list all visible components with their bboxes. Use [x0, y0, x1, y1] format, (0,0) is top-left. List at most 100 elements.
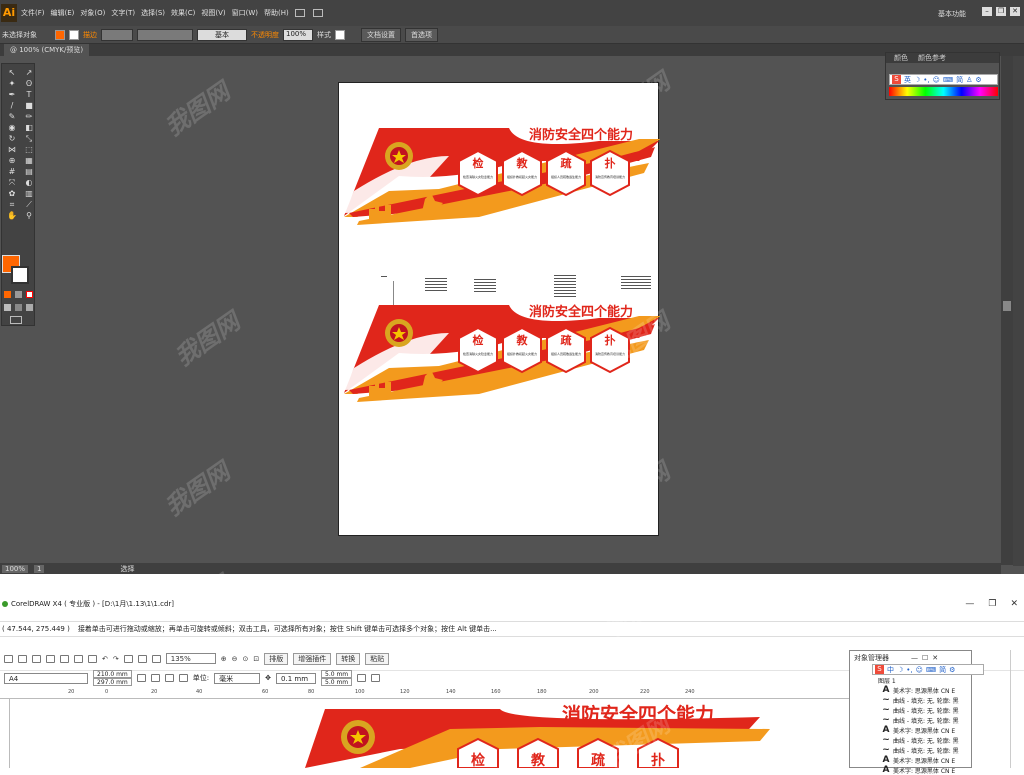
- shirt-icon[interactable]: ♙: [966, 76, 972, 84]
- hand-tool-icon[interactable]: ✋: [5, 211, 19, 220]
- punctuation-icon[interactable]: •,: [906, 666, 912, 674]
- page-height-field[interactable]: 297.0 mm: [93, 678, 132, 686]
- variable-width-field[interactable]: [137, 28, 193, 41]
- opacity-label[interactable]: 不透明度: [251, 30, 279, 40]
- landscape-icon[interactable]: [150, 674, 160, 682]
- draw-behind-icon[interactable]: [15, 304, 22, 311]
- document-tab[interactable]: @ 100% (CMYK/预览): [4, 44, 90, 56]
- scale-tool-icon[interactable]: ⤡: [22, 134, 36, 143]
- zoom-select[interactable]: 135%: [165, 653, 216, 664]
- type-tool-icon[interactable]: T: [22, 90, 36, 99]
- stroke-label[interactable]: 描边: [83, 30, 97, 40]
- direct-selection-tool-icon[interactable]: ↗: [22, 68, 36, 77]
- fill-swatch[interactable]: [55, 29, 65, 40]
- object-row[interactable]: ~ 曲线 - 填充: 无, 轮廓: 黑: [850, 745, 971, 755]
- draw-normal-icon[interactable]: [4, 304, 11, 311]
- object-row[interactable]: ~ 曲线 - 填充: 无, 轮廓: 黑: [850, 735, 971, 745]
- zoom-level[interactable]: 100%: [2, 564, 29, 573]
- panel-maximize-icon[interactable]: ☐: [922, 654, 928, 662]
- close-icon[interactable]: ✕: [1010, 7, 1020, 16]
- undo-icon[interactable]: ↶: [102, 655, 108, 663]
- zoom-tool-icon[interactable]: ⚲: [22, 211, 36, 220]
- copy-icon[interactable]: [74, 654, 83, 663]
- moon-icon[interactable]: ☽: [897, 666, 903, 674]
- stroke-color-swatch[interactable]: [11, 266, 29, 284]
- close-icon[interactable]: ✕: [1010, 599, 1018, 609]
- paste-special-button[interactable]: 粘贴: [365, 652, 390, 665]
- redo-icon[interactable]: ↷: [113, 655, 119, 663]
- slice-tool-icon[interactable]: ⟋: [22, 200, 36, 209]
- brush-style[interactable]: 基本: [197, 28, 247, 41]
- minimize-icon[interactable]: —: [965, 599, 974, 609]
- line-tool-icon[interactable]: /: [5, 101, 19, 110]
- punctuation-icon[interactable]: •,: [923, 76, 929, 84]
- perspective-grid-tool-icon[interactable]: ▦: [22, 156, 36, 165]
- mesh-tool-icon[interactable]: #: [5, 167, 19, 176]
- eraser-tool-icon[interactable]: ◧: [22, 123, 36, 132]
- color-mode-icon[interactable]: [4, 291, 11, 298]
- units-select[interactable]: 毫米: [214, 672, 261, 684]
- restore-icon[interactable]: ❐: [996, 7, 1006, 16]
- ime-logo-icon[interactable]: S: [892, 75, 901, 84]
- blend-tool-icon[interactable]: ◐: [22, 178, 36, 187]
- blob-brush-tool-icon[interactable]: ◉: [5, 123, 19, 132]
- corel-fire-banner[interactable]: 消防安全四个能力 检 教 疏 扑: [300, 699, 780, 768]
- zoom-out-icon[interactable]: ⊖: [232, 655, 238, 663]
- rectangle-tool-icon[interactable]: ■: [22, 101, 36, 110]
- panel-close-icon[interactable]: ✕: [932, 654, 938, 662]
- cut-icon[interactable]: [60, 654, 69, 663]
- shape-builder-tool-icon[interactable]: ⊕: [5, 156, 19, 165]
- menu-view[interactable]: 视图(V): [201, 8, 225, 18]
- page-size-select[interactable]: A4: [4, 672, 88, 684]
- emoji-icon[interactable]: ☺: [933, 76, 940, 84]
- settings-icon[interactable]: ⚙: [975, 76, 981, 84]
- rotate-tool-icon[interactable]: ↻: [5, 134, 19, 143]
- current-page-icon[interactable]: [178, 674, 188, 682]
- gradient-tool-icon[interactable]: ▤: [22, 167, 36, 176]
- selection-tool-icon[interactable]: ↖: [5, 68, 19, 77]
- object-row[interactable]: ~ 曲线 - 填充: 无, 轮廓: 黑: [850, 705, 971, 715]
- tab-color-guide[interactable]: 颜色参考: [918, 53, 946, 63]
- pen-tool-icon[interactable]: ✒: [5, 90, 19, 99]
- minimize-icon[interactable]: –: [982, 7, 992, 16]
- artboard[interactable]: 消防安全四个能力 检检查消除火灾隐患能力 教组织扑救初起火灾能力 疏组织人员疏散…: [338, 82, 660, 536]
- portrait-icon[interactable]: [136, 674, 146, 682]
- object-row[interactable]: A 美术字: 思源黑体 CN E: [850, 685, 971, 695]
- import-icon[interactable]: [123, 654, 133, 663]
- open-icon[interactable]: [18, 654, 27, 663]
- zoom-fit-icon[interactable]: ⊙: [243, 655, 249, 663]
- paste-icon[interactable]: [88, 654, 97, 663]
- layout-button[interactable]: 排版: [264, 652, 289, 665]
- opacity-field[interactable]: 100%: [283, 28, 313, 41]
- workspace-switcher[interactable]: 基本功能: [938, 9, 966, 19]
- keyboard-icon[interactable]: ⌨: [926, 666, 936, 674]
- print-icon[interactable]: [46, 654, 55, 663]
- object-row[interactable]: A 美术字: 思源黑体 CN E: [850, 725, 971, 735]
- paintbrush-tool-icon[interactable]: ✎: [5, 112, 19, 121]
- artboard-number[interactable]: 1: [34, 564, 45, 573]
- page-width-field[interactable]: 210.0 mm: [93, 670, 132, 678]
- menu-object[interactable]: 对象(O): [80, 8, 105, 18]
- object-row[interactable]: ~ 曲线 - 填充: 无, 轮廓: 黑: [850, 695, 971, 705]
- dup-x-field[interactable]: 5.0 mm: [321, 670, 353, 678]
- none-mode-icon[interactable]: [26, 291, 33, 298]
- color-spectrum[interactable]: [889, 87, 998, 96]
- lasso-tool-icon[interactable]: ʘ: [22, 79, 36, 88]
- menu-type[interactable]: 文字(T): [111, 8, 135, 18]
- pencil-tool-icon[interactable]: ✏: [22, 112, 36, 121]
- zoom-page-icon[interactable]: ⊡: [253, 655, 259, 663]
- object-row[interactable]: A 美术字: 思源黑体 CN E: [850, 765, 971, 775]
- menu-file[interactable]: 文件(F): [21, 8, 45, 18]
- convert-button[interactable]: 转换: [336, 652, 361, 665]
- menu-help[interactable]: 帮助(H): [264, 8, 289, 18]
- graphic-style-swatch[interactable]: [335, 29, 345, 40]
- width-tool-icon[interactable]: ⋈: [5, 145, 19, 154]
- ime-lang[interactable]: 英: [904, 75, 911, 85]
- emoji-icon[interactable]: ☺: [916, 666, 923, 674]
- zoom-in-icon[interactable]: ⊕: [221, 655, 227, 663]
- ime-simplified[interactable]: 简: [939, 665, 946, 675]
- arrange-documents-icon[interactable]: [312, 9, 323, 17]
- drawing-canvas[interactable]: 消防安全四个能力 检 教 疏 扑: [10, 699, 850, 768]
- symbol-sprayer-tool-icon[interactable]: ✿: [5, 189, 19, 198]
- vertical-scrollbar[interactable]: [1001, 56, 1013, 565]
